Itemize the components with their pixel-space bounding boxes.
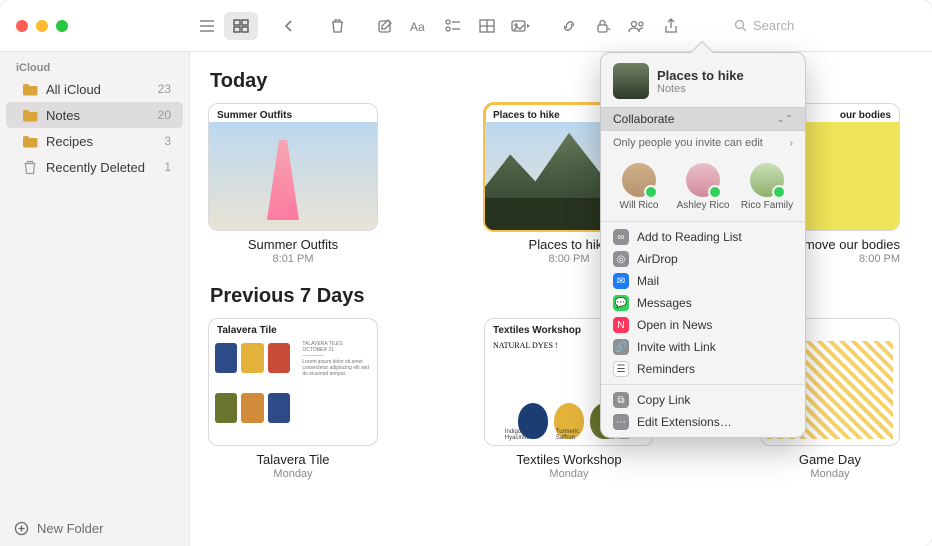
new-folder-button[interactable]: New Folder xyxy=(0,511,189,546)
note-time: Monday xyxy=(484,468,654,480)
avatar xyxy=(750,163,784,197)
updown-icon: ⌄⌃ xyxy=(776,114,793,125)
share-popover: Places to hike Notes Collaborate ⌄⌃ Only… xyxy=(600,52,806,438)
share-option-messages[interactable]: 💬Messages xyxy=(601,292,805,314)
sidebar-item-count: 23 xyxy=(158,82,171,96)
reading-list-icon: ∞ xyxy=(613,229,629,245)
chevron-right-icon: › xyxy=(790,138,793,149)
messages-icon: 💬 xyxy=(613,295,629,311)
close-window-button[interactable] xyxy=(16,20,28,32)
messages-badge-icon xyxy=(708,185,722,199)
permission-row[interactable]: Only people you invite can edit › xyxy=(601,131,805,155)
toolbar: Aa Search xyxy=(190,12,920,40)
copy-link-option[interactable]: ⧉Copy Link xyxy=(601,389,805,411)
sidebar-section-label: iCloud xyxy=(0,58,189,76)
share-button[interactable] xyxy=(654,12,688,40)
link-button[interactable] xyxy=(552,12,586,40)
folder-icon xyxy=(22,107,38,123)
mail-icon: ✉ xyxy=(613,273,629,289)
section-header-today: Today xyxy=(210,70,932,93)
share-option-mail[interactable]: ✉Mail xyxy=(601,270,805,292)
share-option-airdrop[interactable]: ◎AirDrop xyxy=(601,248,805,270)
note-card[interactable]: Talavera Tile TALAVERA TILESOCTOBER 21──… xyxy=(208,318,378,480)
minimize-window-button[interactable] xyxy=(36,20,48,32)
window-controls xyxy=(12,20,190,32)
share-option-reading-list[interactable]: ∞Add to Reading List xyxy=(601,226,805,248)
folder-icon xyxy=(22,133,38,149)
news-icon: N xyxy=(613,317,629,333)
edit-extensions-option[interactable]: ⋯Edit Extensions… xyxy=(601,411,805,433)
new-folder-label: New Folder xyxy=(37,521,103,536)
sidebar-item-recently-deleted[interactable]: Recently Deleted 1 xyxy=(6,154,183,180)
messages-badge-icon xyxy=(772,185,786,199)
delete-button[interactable] xyxy=(320,12,354,40)
search-placeholder: Search xyxy=(753,18,794,33)
share-option-invite-link[interactable]: 🔗Invite with Link xyxy=(601,336,805,358)
back-button[interactable] xyxy=(272,12,306,40)
sidebar-item-count: 20 xyxy=(158,108,171,122)
sidebar-item-label: All iCloud xyxy=(46,82,101,97)
note-thumbnail: Talavera Tile TALAVERA TILESOCTOBER 21──… xyxy=(208,318,378,446)
link-icon: 🔗 xyxy=(613,339,629,355)
collaborate-button[interactable] xyxy=(620,12,654,40)
collaborate-mode-dropdown[interactable]: Collaborate ⌄⌃ xyxy=(601,107,805,131)
share-person[interactable]: Will Rico xyxy=(609,163,669,211)
popover-subtitle: Notes xyxy=(657,83,744,95)
sidebar-item-notes[interactable]: Notes 20 xyxy=(6,102,183,128)
messages-badge-icon xyxy=(644,185,658,199)
section-header-prev7: Previous 7 Days xyxy=(210,285,932,308)
lock-button[interactable] xyxy=(586,12,620,40)
copy-link-icon: ⧉ xyxy=(613,392,629,408)
reminders-icon: ☰ xyxy=(613,361,629,377)
folder-icon xyxy=(22,81,38,97)
note-title: Summer Outfits xyxy=(208,237,378,252)
media-button[interactable] xyxy=(504,12,538,40)
note-thumbnail: Summer Outfits xyxy=(208,103,378,231)
format-button[interactable]: Aa xyxy=(402,12,436,40)
note-time: 8:01 PM xyxy=(208,253,378,265)
checklist-button[interactable] xyxy=(436,12,470,40)
airdrop-icon: ◎ xyxy=(613,251,629,267)
search-field[interactable]: Search xyxy=(726,13,920,39)
trash-icon xyxy=(22,159,38,175)
share-person[interactable]: Rico Family xyxy=(737,163,797,211)
gallery-view-button[interactable] xyxy=(224,12,258,40)
extensions-icon: ⋯ xyxy=(613,414,629,430)
sidebar-item-recipes[interactable]: Recipes 3 xyxy=(6,128,183,154)
search-icon xyxy=(734,19,747,32)
avatar xyxy=(686,163,720,197)
note-title: Textiles Workshop xyxy=(484,452,654,467)
zoom-window-button[interactable] xyxy=(56,20,68,32)
notes-gallery: Today Summer Outfits Summer Outfits 8:01… xyxy=(190,52,932,546)
titlebar: Aa Search xyxy=(0,0,932,52)
plus-circle-icon xyxy=(14,521,29,536)
list-view-button[interactable] xyxy=(190,12,224,40)
popover-thumbnail xyxy=(613,63,649,99)
share-option-reminders[interactable]: ☰Reminders xyxy=(601,358,805,380)
sidebar-item-count: 3 xyxy=(164,134,171,148)
avatar xyxy=(622,163,656,197)
note-time: Monday xyxy=(760,468,900,480)
sidebar: iCloud All iCloud 23 Notes 20 Recipes 3 … xyxy=(0,52,190,546)
share-person[interactable]: Ashley Rico xyxy=(673,163,733,211)
note-time: Monday xyxy=(208,468,378,480)
note-title: Talavera Tile xyxy=(208,452,378,467)
sidebar-item-label: Recently Deleted xyxy=(46,160,145,175)
sidebar-item-count: 1 xyxy=(164,160,171,174)
sidebar-item-label: Recipes xyxy=(46,134,93,149)
share-option-news[interactable]: NOpen in News xyxy=(601,314,805,336)
new-note-button[interactable] xyxy=(368,12,402,40)
sidebar-item-all-icloud[interactable]: All iCloud 23 xyxy=(6,76,183,102)
table-button[interactable] xyxy=(470,12,504,40)
note-title: Game Day xyxy=(760,452,900,467)
note-card[interactable]: Summer Outfits Summer Outfits 8:01 PM xyxy=(208,103,378,265)
svg-text:Aa: Aa xyxy=(410,20,425,33)
sidebar-item-label: Notes xyxy=(46,108,80,123)
popover-title: Places to hike xyxy=(657,68,744,83)
